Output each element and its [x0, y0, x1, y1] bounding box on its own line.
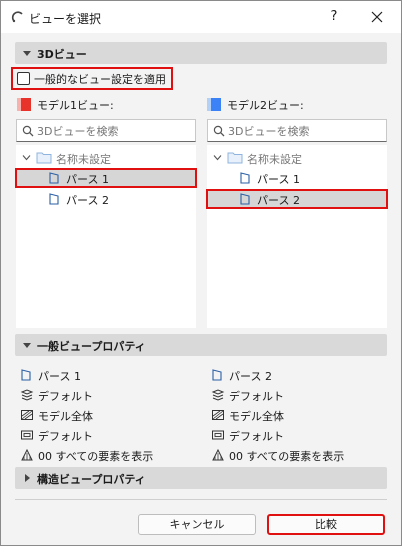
- model1-prop-pen-text: デフォルト: [38, 430, 93, 443]
- title-bar: ビューを選択 ?: [1, 1, 401, 33]
- model2-label-text: モデル2ビュー:: [227, 99, 304, 112]
- model2-prop-view-text: パース 2: [229, 370, 272, 383]
- model2-folder-row[interactable]: 名称未設定: [207, 149, 387, 167]
- dialog-title: ビューを選択: [29, 12, 102, 26]
- model1-prop-layer: デフォルト: [16, 385, 196, 405]
- model2-prop-model: モデル全体: [207, 405, 387, 425]
- cancel-button[interactable]: キャンセル: [138, 514, 256, 535]
- apply-common-settings[interactable]: 一般的なビュー設定を適用: [11, 67, 173, 90]
- model1-prop-view: パース 1: [16, 365, 196, 385]
- section-3d-view[interactable]: 3Dビュー: [15, 42, 387, 64]
- layers-icon: [211, 389, 225, 401]
- chevron-right-icon: [25, 474, 30, 482]
- model1-view-item-2[interactable]: パース 2: [16, 190, 196, 208]
- section-general-properties[interactable]: 一般ビュープロパティ: [15, 334, 387, 356]
- model2-view-item-2[interactable]: パース 2: [206, 189, 388, 209]
- model1-color-swatch: [17, 98, 31, 111]
- partial-structure-icon: [21, 448, 33, 461]
- compare-button[interactable]: 比較: [267, 514, 385, 535]
- model2-prop-pen: デフォルト: [207, 425, 387, 445]
- footer-divider: [15, 499, 387, 500]
- search-icon: [22, 125, 34, 137]
- section-general-label: 一般ビュープロパティ: [37, 340, 146, 353]
- model-view-icon: [212, 410, 224, 420]
- folder-icon: [227, 152, 243, 164]
- model2-search[interactable]: [207, 119, 387, 142]
- perspective-view-icon: [49, 172, 59, 184]
- model1-prop-view-text: パース 1: [38, 370, 81, 383]
- app-icon: [11, 11, 23, 23]
- layers-icon: [20, 389, 34, 401]
- section-3d-view-label: 3Dビュー: [37, 48, 87, 61]
- model2-search-input[interactable]: [228, 123, 378, 139]
- apply-common-label: 一般的なビュー設定を適用: [34, 73, 166, 86]
- model1-label-text: モデル1ビュー:: [37, 99, 114, 112]
- model2-prop-elements-text: 00 すべての要素を表示: [229, 450, 345, 463]
- perspective-view-icon: [240, 193, 250, 205]
- model2-properties: パース 2 デフォルト モデル全体 デフォルト 00 すべての要素を表示: [207, 365, 387, 465]
- partial-structure-icon: [212, 448, 224, 461]
- model1-search-input[interactable]: [37, 123, 187, 139]
- pen-set-icon: [212, 430, 224, 440]
- model1-folder-label: 名称未設定: [56, 153, 111, 166]
- section-structural-label: 構造ビュープロパティ: [37, 473, 146, 486]
- perspective-view-icon: [49, 193, 59, 205]
- model1-view-item-1[interactable]: パース 1: [15, 168, 197, 188]
- model2-prop-view: パース 2: [207, 365, 387, 385]
- model2-view-item-1[interactable]: パース 1: [207, 169, 387, 187]
- apply-common-checkbox[interactable]: [17, 72, 30, 85]
- model2-color-swatch: [207, 98, 221, 111]
- perspective-view-icon: [240, 172, 250, 184]
- chevron-down-icon[interactable]: [22, 153, 31, 162]
- model-view-icon: [21, 410, 33, 420]
- model2-prop-layer: デフォルト: [207, 385, 387, 405]
- chevron-down-icon: [23, 51, 31, 56]
- model1-search[interactable]: [16, 119, 196, 142]
- model1-view-item-2-label: パース 2: [66, 194, 109, 207]
- model1-view-item-1-label: パース 1: [66, 173, 109, 186]
- help-button[interactable]: ?: [323, 7, 345, 27]
- model2-prop-model-text: モデル全体: [229, 410, 284, 423]
- model1-folder-row[interactable]: 名称未設定: [16, 149, 196, 167]
- model1-view-tree: 名称未設定 パース 1 パース 2: [15, 145, 197, 328]
- model2-folder-label: 名称未設定: [247, 153, 302, 166]
- pen-set-icon: [21, 430, 33, 440]
- folder-icon: [36, 152, 52, 164]
- model2-view-tree: 名称未設定 パース 1 パース 2: [206, 145, 388, 328]
- search-icon: [213, 125, 225, 137]
- model1-prop-model-text: モデル全体: [38, 410, 93, 423]
- perspective-view-icon: [21, 369, 31, 381]
- model2-prop-elements: 00 すべての要素を表示: [207, 445, 387, 465]
- chevron-down-icon: [23, 343, 31, 348]
- model1-prop-elements-text: 00 すべての要素を表示: [38, 450, 154, 463]
- model2-prop-pen-text: デフォルト: [229, 430, 284, 443]
- model1-prop-layer-text: デフォルト: [38, 390, 93, 403]
- model1-prop-elements: 00 すべての要素を表示: [16, 445, 196, 465]
- close-icon[interactable]: [365, 7, 389, 27]
- section-structural-properties[interactable]: 構造ビュープロパティ: [15, 467, 387, 489]
- model2-prop-layer-text: デフォルト: [229, 390, 284, 403]
- model2-view-item-1-label: パース 1: [257, 173, 300, 186]
- select-view-dialog: ビューを選択 ? 3Dビュー 一般的なビュー設定を適用 モデル1ビュー: 名称未…: [0, 0, 402, 546]
- model1-prop-model: モデル全体: [16, 405, 196, 425]
- model1-prop-pen: デフォルト: [16, 425, 196, 445]
- model2-view-item-2-label: パース 2: [257, 194, 300, 207]
- perspective-view-icon: [212, 369, 222, 381]
- chevron-down-icon[interactable]: [213, 153, 222, 162]
- model1-properties: パース 1 デフォルト モデル全体 デフォルト 00 すべての要素を表示: [16, 365, 196, 465]
